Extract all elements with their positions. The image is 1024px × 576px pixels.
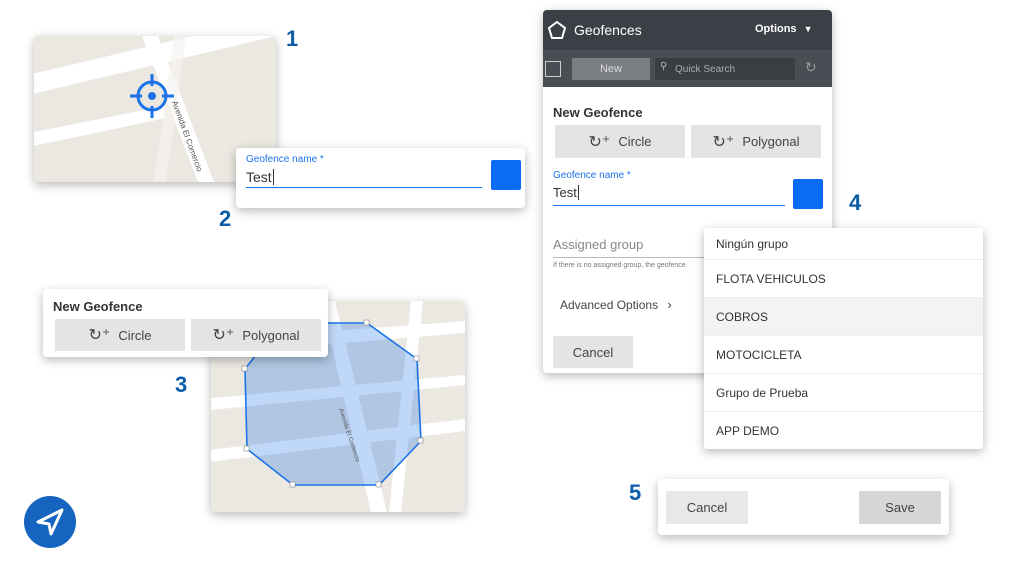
dropdown-option[interactable]: APP DEMO [704,412,983,449]
circle-button-label: Circle [118,327,152,343]
panel-cancel-button[interactable]: Cancel [553,336,633,368]
new-button[interactable]: New [572,58,650,80]
panel-circle-button[interactable]: ↻⁺ Circle [555,125,685,158]
panel-color-picker[interactable] [793,179,823,209]
panel-circle-label: Circle [618,134,652,149]
quick-search-placeholder: Quick Search [675,64,736,75]
dropdown-option[interactable]: Grupo de Prueba [704,374,983,412]
search-icon: ⚲ [660,61,668,72]
dropdown-option[interactable]: Ningún grupo [704,228,983,260]
panel-polygonal-label: Polygonal [742,134,800,149]
panel-toolbar: New ⚲ Quick Search ↻ [543,50,832,87]
step-number-3: 3 [175,372,188,397]
dropdown-option[interactable]: MOTOCICLETA [704,336,983,374]
panel-title: Geofences [574,22,642,38]
assigned-group-label: Assigned group [553,237,644,252]
circle-add-icon: ↻⁺ [88,327,111,344]
options-label: Options [755,23,797,35]
chevron-right-icon: › [667,297,672,312]
polygonal-add-icon: ↻⁺ [712,133,735,151]
polygonal-button[interactable]: ↻⁺ Polygonal [191,319,321,351]
geofence-name-input[interactable]: Test [246,168,482,188]
dropdown-option[interactable]: COBROS [704,298,983,336]
advanced-options-label: Advanced Options [560,298,659,312]
step-number-2: 2 [219,206,232,231]
panel-name-value: Test [553,185,577,200]
footer-cancel-button[interactable]: Cancel [666,491,748,524]
quick-search-input[interactable]: ⚲ Quick Search [655,58,795,80]
geofence-name-card: Geofence name * Test [236,148,525,208]
circle-button[interactable]: ↻⁺ Circle [55,319,185,351]
app-logo [24,496,76,548]
pentagon-icon [547,20,567,39]
assigned-group-hint: If there is no assigned group, the geofe… [553,262,686,269]
color-picker-button[interactable] [491,160,521,190]
group-dropdown-list: Ningún grupo FLOTA VEHICULOS COBROS MOTO… [704,228,983,449]
polygonal-add-icon: ↻⁺ [212,327,235,344]
panel-name-label: Geofence name * [553,170,631,181]
options-menu[interactable]: Options ▼ [755,23,813,35]
chevron-down-icon: ▼ [803,24,813,34]
panel-header: Geofences Options ▼ [543,10,832,50]
step-number-5: 5 [629,480,642,505]
step-number-4: 4 [849,190,862,215]
polygonal-button-label: Polygonal [242,327,300,343]
footer-actions-card: Cancel Save [658,479,949,535]
circle-add-icon: ↻⁺ [588,133,611,151]
geofence-name-value: Test [246,169,272,185]
geofence-name-label: Geofence name * [246,154,324,165]
panel-name-input[interactable]: Test [553,185,785,206]
new-geofence-card: New Geofence ↻⁺ Circle ↻⁺ Polygonal [43,289,328,357]
select-all-checkbox[interactable] [545,61,561,77]
new-geofence-title: New Geofence [53,299,143,314]
footer-save-button[interactable]: Save [859,491,941,524]
panel-section-title: New Geofence [553,105,643,120]
panel-polygonal-button[interactable]: ↻⁺ Polygonal [691,125,821,158]
dropdown-option[interactable]: FLOTA VEHICULOS [704,260,983,298]
refresh-icon[interactable]: ↻ [805,59,817,76]
navigation-arrow-icon [36,508,64,536]
advanced-options-link[interactable]: Advanced Options › [560,297,672,312]
step-number-1: 1 [286,26,299,51]
